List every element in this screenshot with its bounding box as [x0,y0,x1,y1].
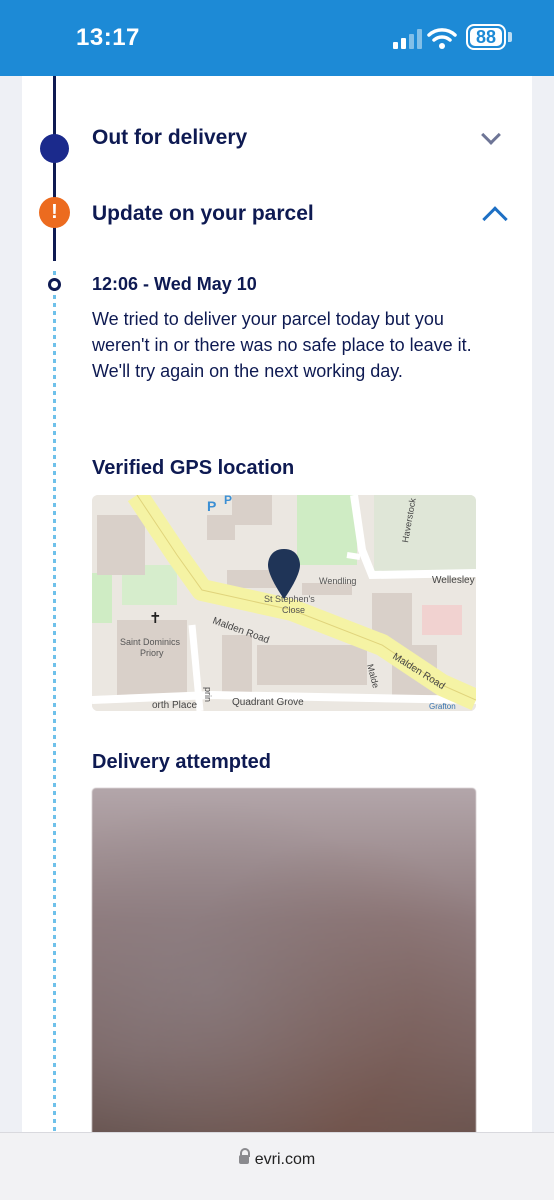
map-label-quadrant-grove: Quadrant Grove [232,697,304,708]
browser-url-bar[interactable]: evri.com [0,1132,554,1200]
gps-title: Verified GPS location [92,457,295,479]
church-icon: ✝ [149,610,162,627]
event-time: 12:06 - Wed May 10 [92,274,257,294]
timeline-line-solid [53,76,56,261]
url-text[interactable]: evri.com [255,1151,315,1168]
tracking-card: Out for delivery ! Update on your parcel… [22,76,532,1132]
map-label-priory-2: Priory [140,648,164,658]
wifi-icon [427,28,457,49]
map-label-wellesley: Wellesley [432,575,475,586]
timeline-dot-event [48,278,61,291]
map-label-prince: prin [203,687,213,702]
timeline-dot-previous [40,134,69,163]
alert-icon: ! [39,197,70,228]
battery-level: 88 [475,26,497,47]
parking-icon: P [207,498,216,514]
delivery-photo[interactable] [92,788,476,1132]
map-label-wendling: Wendling [319,576,356,586]
map-label-grafton: Grafton [429,702,456,711]
page-content[interactable]: Out for delivery ! Update on your parcel… [0,76,554,1132]
status-bar: 13:17 88 [0,0,554,76]
map-label-priory: Saint Dominics [120,637,181,647]
gps-map[interactable]: Malden Road Malden Road ✝ Saint Dominics… [92,495,476,711]
section-title[interactable]: Update on your parcel [92,202,314,226]
map-label-close: Close [282,605,305,615]
url-wrap[interactable]: evri.com [0,1148,554,1169]
status-time: 13:17 [76,24,140,51]
event-description: We tried to deliver your parcel today bu… [92,309,472,381]
battery-nub [508,32,512,42]
timeline-line-dashed [53,271,56,1132]
map-label-st-stephens: St Stephen's [264,594,315,604]
battery-icon: 88 [466,24,506,50]
delivery-attempted-title: Delivery attempted [92,751,271,773]
map-label-north-place: orth Place [152,700,197,711]
parking-icon-2: P [224,495,232,507]
cellular-signal-icon [393,29,422,49]
previous-event-title[interactable]: Out for delivery [92,126,247,150]
lock-icon [238,1148,250,1165]
chevron-up-icon[interactable] [482,206,508,232]
chevron-down-icon[interactable] [481,125,501,145]
